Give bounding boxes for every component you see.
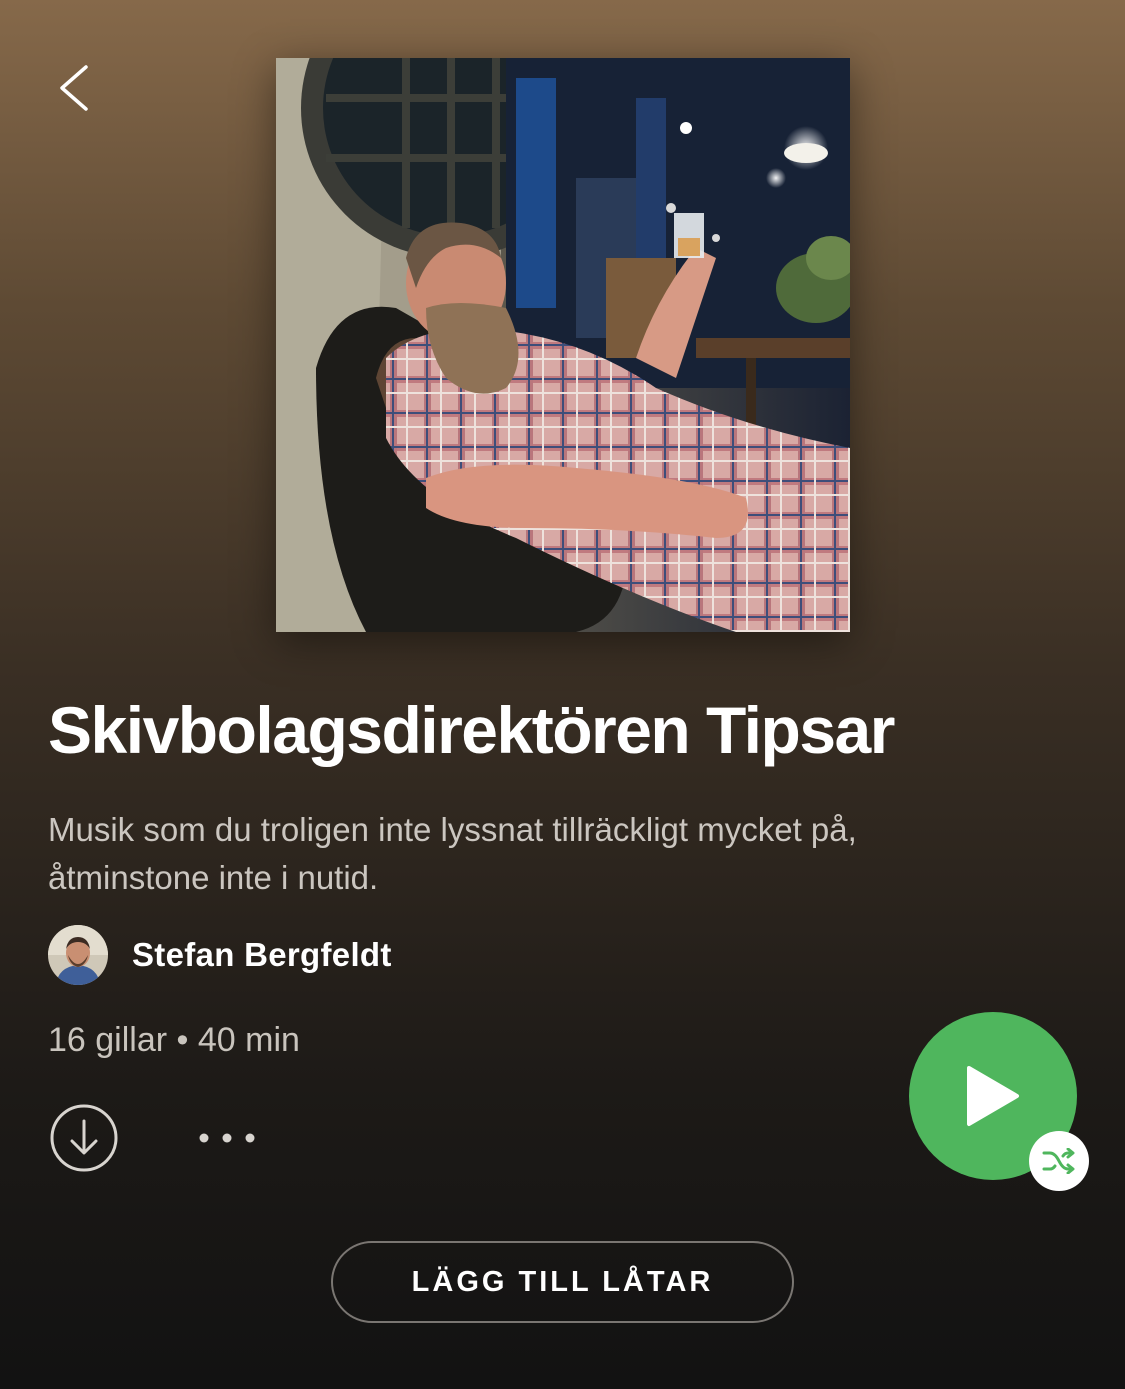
play-icon: [967, 1066, 1019, 1126]
back-button[interactable]: [48, 60, 98, 116]
playlist-owner[interactable]: Stefan Bergfeldt: [48, 924, 392, 986]
more-options-icon: [199, 1133, 255, 1143]
add-songs-button[interactable]: LÄGG TILL LÅTAR: [331, 1241, 794, 1323]
shuffle-icon: [1042, 1148, 1075, 1174]
playlist-title: Skivbolagsdirektören Tipsar: [48, 693, 895, 767]
download-button[interactable]: [50, 1104, 118, 1172]
more-options-button[interactable]: [192, 1118, 264, 1158]
playlist-meta: 16 gillar • 40 min: [48, 1021, 300, 1059]
cover-image: [276, 58, 850, 632]
avatar: [48, 925, 108, 985]
download-circle-icon: [50, 1104, 118, 1172]
playlist-cover: [276, 58, 850, 632]
playlist-description: Musik som du troligen inte lyssnat tillr…: [48, 811, 857, 896]
shuffle-button[interactable]: [1029, 1131, 1089, 1191]
chevron-left-icon: [60, 65, 88, 111]
owner-name: Stefan Bergfeldt: [132, 936, 392, 973]
